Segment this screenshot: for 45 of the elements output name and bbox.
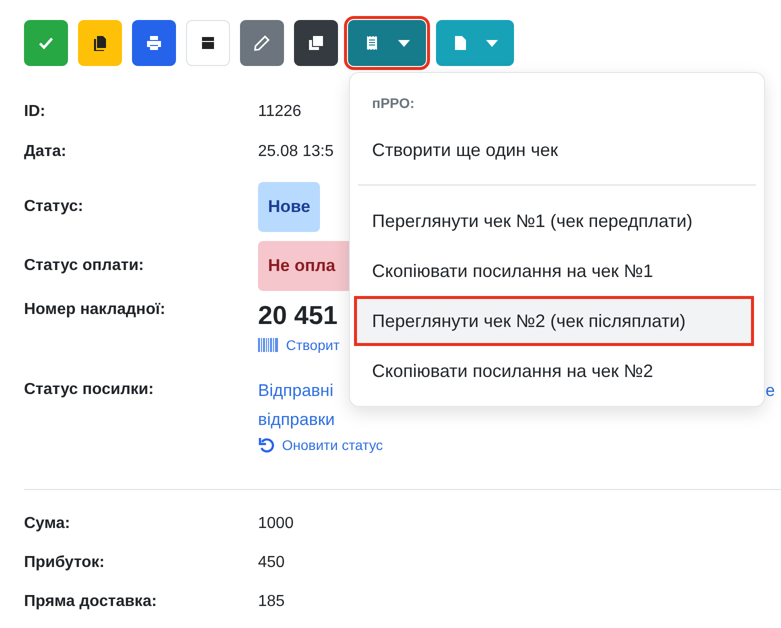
tracking-status-link[interactable]: Відправні <box>258 376 334 405</box>
waybill-number: 20 451 <box>258 300 338 330</box>
caret-icon <box>486 40 498 46</box>
clone-icon <box>308 35 324 51</box>
copy-button[interactable] <box>78 20 122 66</box>
menu-item[interactable]: Скопіювати посилання на чек №2 <box>350 346 764 396</box>
pencil-button[interactable] <box>240 20 284 66</box>
barcode-icon <box>258 338 280 352</box>
field-label: Дата: <box>24 142 68 162</box>
menu-header: пРРО: <box>371 94 416 113</box>
tracking-status-link[interactable]: е <box>766 376 775 405</box>
receipt-icon <box>364 35 380 51</box>
field-label: Статус оплати: <box>24 256 145 276</box>
refresh-icon <box>258 436 276 454</box>
caret-icon <box>398 40 410 46</box>
box-button[interactable] <box>186 20 230 66</box>
field-label: Прибуток: <box>24 553 106 573</box>
field-label: Статус посилки: <box>24 380 155 400</box>
menu-item[interactable]: Переглянути чек №2 (чек післяплати) <box>354 296 754 346</box>
field-label: Номер накладної: <box>24 300 166 320</box>
field-label: ID: <box>24 102 46 122</box>
field-value: 450 <box>258 553 285 573</box>
field-value: 1000 <box>258 514 294 534</box>
receipt-button[interactable] <box>348 20 426 66</box>
field-label: Статус: <box>24 197 84 217</box>
pencil-icon <box>254 35 270 51</box>
menu-item[interactable]: Створити ще один чек <box>350 125 764 175</box>
copy-icon <box>92 35 108 51</box>
check-button[interactable] <box>24 20 68 66</box>
file-button[interactable] <box>436 20 514 66</box>
box-icon <box>200 35 216 51</box>
field-value: 11226 <box>258 102 302 122</box>
tracking-status-link[interactable]: відправки <box>258 405 335 434</box>
field-label: Пряма доставка: <box>24 592 158 612</box>
clone-button[interactable] <box>294 20 338 66</box>
field-label: Сума: <box>24 514 72 534</box>
check-icon <box>38 35 54 51</box>
printer-icon <box>146 35 162 51</box>
field-value: 25.08 13:5 <box>258 142 334 162</box>
create-link[interactable]: Створит <box>258 334 340 356</box>
field-value: 185 <box>258 592 285 612</box>
file-icon <box>452 35 468 51</box>
status-badge: Нове <box>258 182 320 232</box>
refresh-status-link[interactable]: Оновити статус <box>258 434 383 456</box>
printer-button[interactable] <box>132 20 176 66</box>
